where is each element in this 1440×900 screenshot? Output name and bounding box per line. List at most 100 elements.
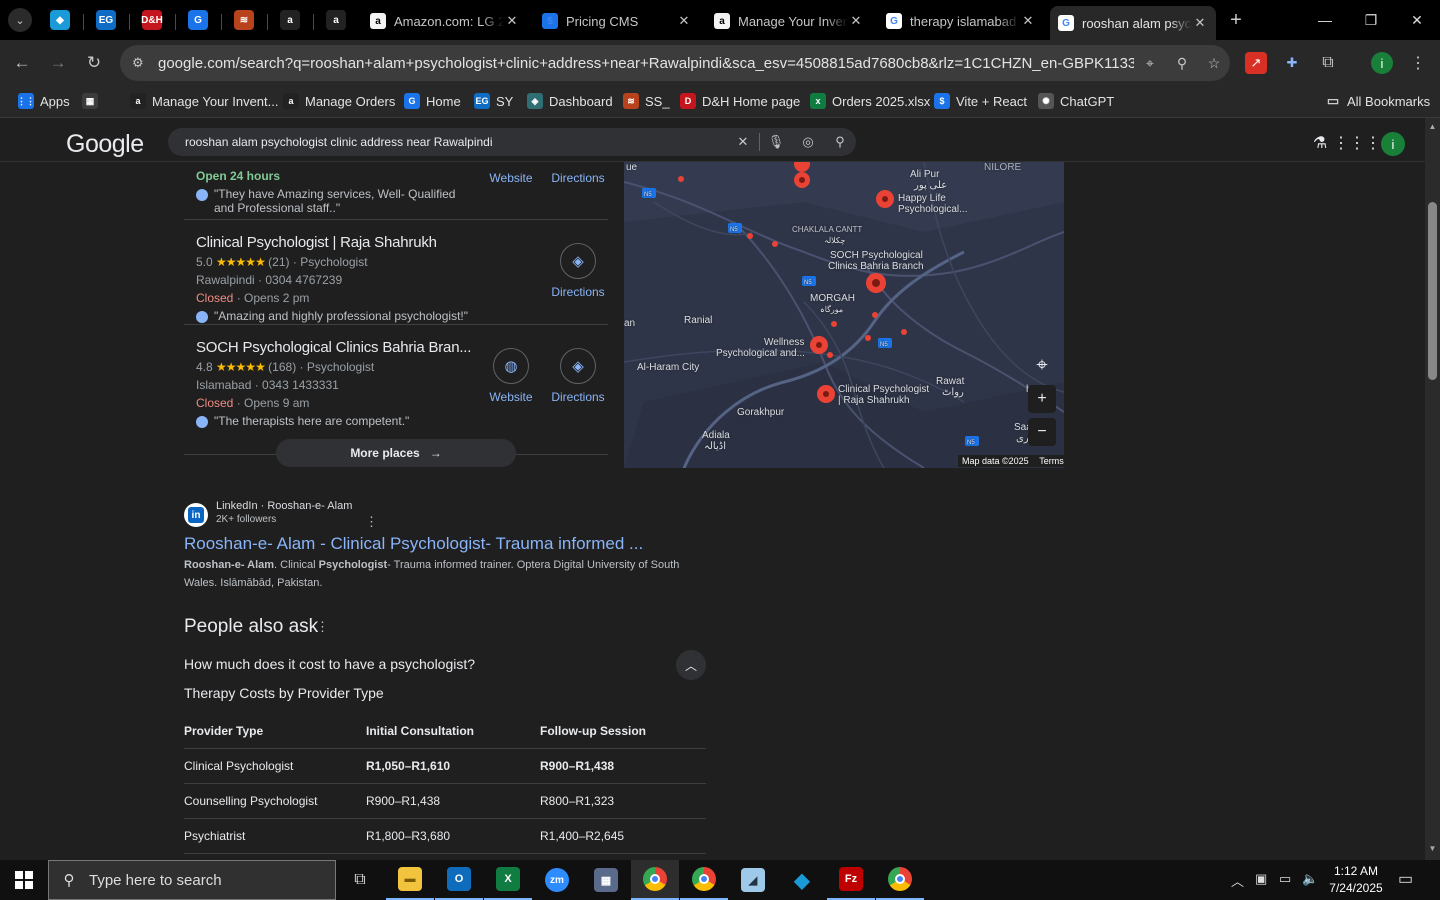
- location-icon[interactable]: ⌖: [1134, 55, 1166, 72]
- directions-button[interactable]: ◈ Directions: [545, 348, 611, 404]
- close-tab-icon[interactable]: ✕: [1192, 15, 1208, 31]
- ss-icon[interactable]: ≋: [234, 10, 254, 30]
- back-button[interactable]: ←: [10, 51, 34, 75]
- bookmark-6[interactable]: EG SY: [474, 93, 513, 109]
- extension-blue-icon[interactable]: ✚: [1281, 52, 1303, 74]
- bookmark-11[interactable]: $ Vite + React: [934, 93, 1027, 109]
- taskbar-search-box[interactable]: ⚲ Type here to search: [48, 860, 336, 900]
- zoom-app-icon[interactable]: zm: [533, 860, 581, 900]
- forward-button[interactable]: →: [46, 51, 70, 75]
- excel-icon[interactable]: X: [484, 860, 532, 900]
- security-tray-icon[interactable]: ▣: [1255, 871, 1267, 887]
- all-bookmarks[interactable]: ▭ All Bookmarks: [1325, 93, 1430, 109]
- close-tab-icon[interactable]: ✕: [848, 13, 864, 29]
- chrome-icon[interactable]: [631, 860, 679, 900]
- dh-icon[interactable]: D&H: [141, 10, 163, 30]
- chrome-profile-icon[interactable]: [680, 860, 728, 900]
- scrollbar-thumb[interactable]: [1428, 202, 1437, 380]
- app-diamond-icon[interactable]: ◆: [778, 860, 826, 900]
- tab-4[interactable]: Gtherapy islamabad ✕: [878, 6, 1044, 36]
- notes-app-icon[interactable]: ◢: [729, 860, 777, 900]
- result-source[interactable]: LinkedIn · Rooshan-e- Alam 2K+ followers: [216, 500, 352, 525]
- restore-icon[interactable]: ❐: [1348, 6, 1394, 34]
- start-button[interactable]: [0, 860, 48, 900]
- result-title-link[interactable]: Rooshan-e- Alam - Clinical Psychologist-…: [184, 534, 643, 554]
- minimize-icon[interactable]: —: [1302, 6, 1348, 34]
- amazon-icon[interactable]: a: [326, 10, 346, 30]
- bookmark-4[interactable]: a Manage Orders: [283, 93, 395, 109]
- directions-icon[interactable]: ◈: [560, 348, 596, 384]
- extensions-puzzle-icon[interactable]: ⧉: [1317, 52, 1339, 74]
- lens-camera-icon[interactable]: ◎: [792, 134, 824, 150]
- ec-icon[interactable]: EG: [96, 10, 116, 30]
- url-text[interactable]: google.com/search?q=rooshan+alam+psychol…: [158, 55, 1134, 72]
- close-window-icon[interactable]: ✕: [1394, 6, 1440, 34]
- tab-1[interactable]: a Amazon.com: LG 2 ✕: [362, 6, 528, 36]
- chevron-up-icon[interactable]: ︿: [676, 650, 706, 680]
- bookmark-10[interactable]: x Orders 2025.xlsx: [810, 93, 930, 109]
- directions-button[interactable]: ◈ Directions: [545, 243, 611, 299]
- bookmark-star-icon[interactable]: ☆: [1198, 55, 1230, 72]
- extension-red-icon[interactable]: ↗: [1245, 52, 1267, 74]
- bookmark-2[interactable]: ▦: [82, 93, 104, 109]
- microphone-icon[interactable]: 🎙: [760, 134, 792, 150]
- bookmark-9[interactable]: D D&H Home page: [680, 93, 800, 109]
- profile-avatar[interactable]: i: [1371, 52, 1393, 74]
- filezilla-icon[interactable]: Fz: [827, 860, 875, 900]
- page-scrollbar[interactable]: ▲ ▼: [1425, 118, 1440, 860]
- bookmark-1[interactable]: ⋮⋮ Apps: [17, 93, 70, 109]
- amazon-icon[interactable]: a: [280, 10, 300, 30]
- close-tab-icon[interactable]: ✕: [1020, 13, 1036, 29]
- search-icon[interactable]: ⚲: [824, 134, 856, 150]
- chrome-user-icon[interactable]: [876, 860, 924, 900]
- chrome-menu-icon[interactable]: ⋮: [1407, 52, 1429, 74]
- zoom-icon[interactable]: ⚲: [1166, 55, 1198, 72]
- apps-grid-icon[interactable]: ⋮⋮⋮: [1333, 132, 1381, 154]
- map-panel[interactable]: ue NILORE Ali Pur علی پور Happy Life Psy…: [624, 162, 1064, 468]
- close-tab-icon[interactable]: ✕: [676, 13, 692, 29]
- globe-icon[interactable]: ◍: [493, 348, 529, 384]
- google-docs-icon[interactable]: G: [188, 10, 208, 30]
- map-terms-link[interactable]: Terms: [1039, 456, 1064, 466]
- site-info-icon[interactable]: ⚙: [132, 55, 152, 71]
- website-button[interactable]: ◍ Website: [478, 348, 544, 404]
- outlook-icon[interactable]: O: [435, 860, 483, 900]
- linkedin-icon[interactable]: in: [184, 503, 208, 527]
- chevron-up-icon[interactable]: ︿: [1231, 871, 1244, 890]
- more-options-icon[interactable]: ⋮: [316, 619, 329, 635]
- link-icon[interactable]: ◆: [50, 10, 70, 30]
- calculator-icon[interactable]: ▦: [582, 860, 630, 900]
- directions-button[interactable]: Directions: [545, 171, 611, 185]
- task-view-icon[interactable]: ⧉: [336, 860, 384, 900]
- labs-flask-icon[interactable]: ⚗: [1309, 132, 1331, 154]
- zoom-in-button[interactable]: +: [1028, 385, 1056, 413]
- search-box[interactable]: ✕ 🎙 ◎ ⚲: [168, 128, 856, 156]
- scroll-down-arrow-icon[interactable]: ▼: [1425, 844, 1440, 853]
- taskbar-clock[interactable]: 1:12 AM 7/24/2025: [1322, 863, 1390, 897]
- search-input[interactable]: [168, 135, 727, 149]
- bookmark-7[interactable]: ◈ Dashboard: [527, 93, 613, 109]
- my-location-icon[interactable]: ⌖: [1028, 351, 1056, 379]
- bookmark-5[interactable]: G Home: [404, 93, 461, 109]
- reload-button[interactable]: ↻: [82, 51, 106, 75]
- paa-question[interactable]: How much does it cost to have a psycholo…: [184, 656, 475, 672]
- address-bar[interactable]: ⚙ google.com/search?q=rooshan+alam+psych…: [120, 45, 1230, 81]
- tab-3[interactable]: a Manage Your Inven ✕: [706, 6, 872, 36]
- zoom-out-button[interactable]: −: [1028, 418, 1056, 446]
- website-button[interactable]: Website: [478, 171, 544, 185]
- directions-icon[interactable]: ◈: [560, 243, 596, 279]
- notifications-icon[interactable]: ▭: [1398, 869, 1413, 889]
- tab-5[interactable]: Grooshan alam psyc ✕: [1050, 6, 1216, 40]
- tab-search-dropdown-icon[interactable]: ⌄: [8, 8, 32, 32]
- tab-2[interactable]: $ Pricing CMS ✕: [534, 6, 700, 36]
- bookmark-8[interactable]: ≋ SS_: [623, 93, 670, 109]
- more-options-icon[interactable]: ⋮: [365, 514, 378, 530]
- scroll-up-arrow-icon[interactable]: ▲: [1425, 122, 1440, 131]
- more-places-button[interactable]: More places →: [276, 439, 516, 467]
- clear-icon[interactable]: ✕: [727, 134, 759, 150]
- bookmark-12[interactable]: ✺ ChatGPT: [1038, 93, 1114, 109]
- bookmark-3[interactable]: a Manage Your Invent...: [130, 93, 278, 109]
- file-explorer-icon[interactable]: ▬: [386, 860, 434, 900]
- close-tab-icon[interactable]: ✕: [504, 13, 520, 29]
- new-tab-button[interactable]: +: [1224, 8, 1248, 32]
